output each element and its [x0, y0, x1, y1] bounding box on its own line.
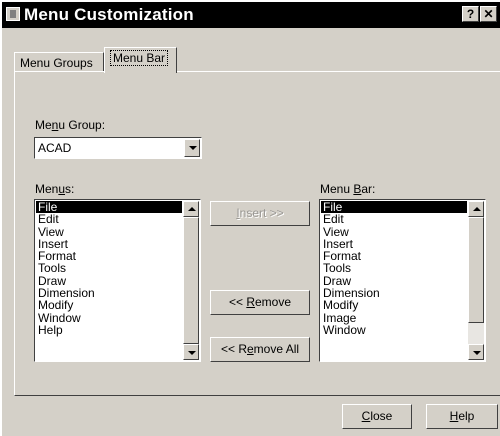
title-bar[interactable]: Menu Customization ? ✕: [2, 2, 500, 28]
menu-bar-listbox[interactable]: File Edit View Insert Format Tools Draw Dimensi…: [319, 199, 486, 362]
list-item[interactable]: Edit: [321, 213, 467, 225]
close-button[interactable]: Close: [342, 404, 412, 429]
scroll-down-icon[interactable]: [468, 344, 484, 360]
tab-menu-groups[interactable]: Menu Groups: [14, 52, 104, 72]
list-item[interactable]: Edit: [36, 213, 182, 225]
menu-bar-label: Menu Bar:: [320, 182, 376, 196]
menus-scrollbar[interactable]: [183, 201, 199, 360]
window-title: Menu Customization: [24, 5, 194, 24]
list-item[interactable]: Tools: [321, 262, 467, 274]
scroll-thumb[interactable]: [183, 217, 199, 344]
remove-button[interactable]: << Remove: [210, 290, 310, 315]
tab-menu-bar-label: Menu Bar: [110, 50, 169, 66]
menu-customization-dialog: Menu Customization ? ✕ Menu Groups Menu …: [0, 0, 500, 436]
app-icon: [6, 7, 20, 21]
tab-menu-bar[interactable]: Menu Bar: [104, 47, 177, 73]
title-close-button[interactable]: ✕: [480, 6, 497, 22]
menu-group-combo[interactable]: ACAD: [34, 137, 202, 159]
menus-label: Menus:: [35, 182, 75, 196]
scroll-down-icon[interactable]: [183, 344, 199, 360]
scroll-thumb[interactable]: [468, 217, 484, 323]
insert-button[interactable]: Insert >>: [210, 201, 310, 226]
scroll-up-icon[interactable]: [468, 201, 484, 217]
list-item[interactable]: Window: [321, 324, 467, 336]
list-item[interactable]: Modify: [321, 299, 467, 311]
list-item[interactable]: Modify: [36, 299, 182, 311]
remove-all-button[interactable]: << Remove All: [210, 337, 310, 362]
menu-group-label: Menu Group:: [35, 118, 106, 132]
menus-listbox[interactable]: File Edit View Insert Format Tools Draw Dimensi…: [34, 199, 201, 362]
menu-group-value: ACAD: [38, 141, 72, 155]
chevron-down-icon[interactable]: [184, 139, 200, 157]
menu-bar-scrollbar[interactable]: [468, 201, 484, 360]
scroll-up-icon[interactable]: [183, 201, 199, 217]
list-item[interactable]: Tools: [36, 262, 182, 274]
list-item[interactable]: Help: [36, 324, 182, 336]
tab-menu-groups-label: Menu Groups: [20, 56, 93, 70]
title-help-button[interactable]: ?: [462, 6, 479, 22]
help-button[interactable]: Help: [426, 404, 498, 429]
